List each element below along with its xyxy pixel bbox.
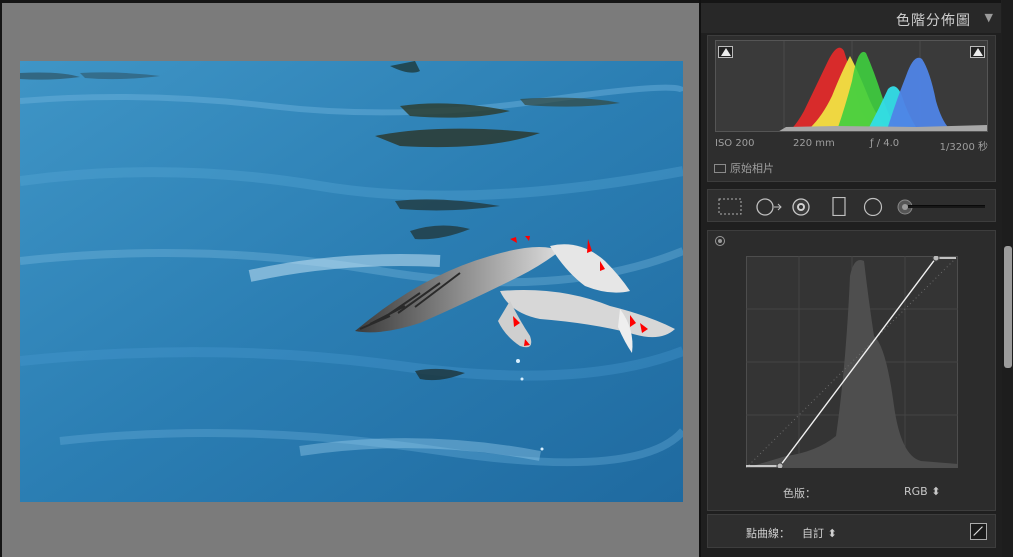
original-photo-toggle[interactable]: 原始相片 [714,160,774,176]
collapse-triangle-icon[interactable]: ▼ [985,11,993,24]
photo-preview[interactable] [20,61,683,502]
tone-curve-graph[interactable] [746,256,958,468]
red-eye-icon[interactable] [790,197,812,216]
scrollbar-thumb[interactable] [1004,246,1012,368]
develop-right-panel: 色階分佈圖 ▼ ISO 200 220 mm ƒ / 4.0 1/3200 秒 … [699,0,1013,557]
histogram-graph[interactable] [715,40,988,132]
focal-length-value: 220 mm [793,138,835,149]
shutter-speed-value: 1/3200 秒 [939,142,988,153]
point-curve-select[interactable]: 自訂 ⬍ [802,525,837,541]
tool-strip [707,189,996,222]
highlight-clipping-toggle[interactable] [970,46,985,58]
original-photo-checkbox[interactable] [714,164,726,173]
panel-title: 色階分佈圖 [896,13,971,29]
original-photo-label: 原始相片 [730,162,774,175]
histogram-panel: ISO 200 220 mm ƒ / 4.0 1/3200 秒 原始相片 [707,35,996,182]
channel-label: 色版： [783,487,816,500]
brush-size-slider[interactable] [908,205,985,208]
point-curve-row: 點曲線： 自訂 ⬍ [707,514,996,548]
crop-overlay-icon[interactable] [717,197,743,216]
iso-value: ISO 200 [715,138,755,149]
radial-filter-icon[interactable] [862,197,884,216]
targeted-adjustment-icon[interactable] [715,236,725,246]
loupe-view [0,0,699,557]
aperture-value: ƒ / 4.0 [870,138,900,149]
tone-curve-panel: 色版： RGB ⬍ [707,230,996,511]
edit-point-curve-icon[interactable] [970,523,987,540]
graduated-filter-icon[interactable] [830,197,848,216]
spot-removal-icon[interactable] [754,197,784,216]
histogram-header[interactable]: 色階分佈圖 ▼ [701,0,1001,33]
panel-scrollbar[interactable] [1002,0,1013,557]
histogram-chart [779,41,987,131]
exif-info: ISO 200 220 mm ƒ / 4.0 1/3200 秒 [715,137,988,153]
shadow-clipping-toggle[interactable] [718,46,733,58]
channel-select[interactable]: RGB ⬍ [904,485,940,498]
channel-row: 色版： RGB ⬍ [708,485,997,501]
seagull-photo [20,61,683,502]
point-curve-label: 點曲線： [746,527,790,540]
